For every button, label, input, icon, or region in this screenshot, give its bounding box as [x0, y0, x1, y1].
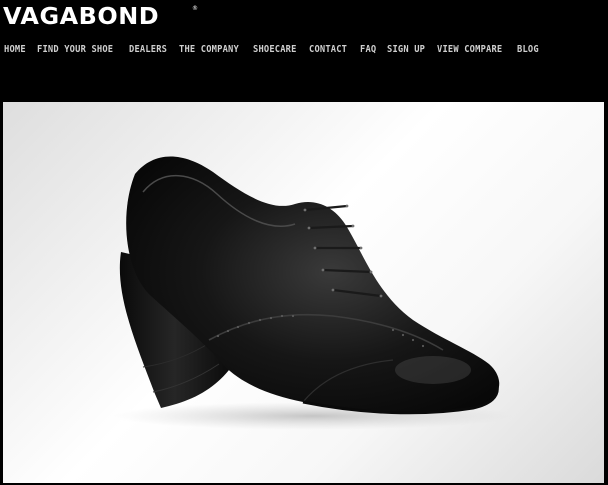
nav-home[interactable]: HOME — [4, 44, 26, 56]
main-nav: HOME FIND YOUR SHOE DEALERS THE COMPANY … — [4, 44, 550, 56]
brand-name: VAGABOND — [3, 4, 160, 30]
nav-sign-up[interactable]: SIGN UP — [387, 44, 425, 56]
nav-contact[interactable]: CONTACT — [309, 44, 347, 56]
nav-faq[interactable]: FAQ — [360, 44, 376, 56]
nav-the-company[interactable]: THE COMPANY — [179, 44, 239, 56]
nav-dealers[interactable]: DEALERS — [129, 44, 167, 56]
nav-view-compare[interactable]: VIEW COMPARE — [437, 44, 502, 56]
registered-mark: ® — [192, 5, 198, 12]
nav-blog[interactable]: BLOG — [517, 44, 539, 56]
nav-find-your-shoe[interactable]: FIND YOUR SHOE — [37, 44, 113, 56]
brand-logo[interactable]: VAGABOND — [3, 4, 159, 30]
product-hero-image — [3, 102, 604, 483]
nav-shoecare[interactable]: SHOECARE — [253, 44, 297, 56]
shoe-illustration — [113, 156, 513, 430]
